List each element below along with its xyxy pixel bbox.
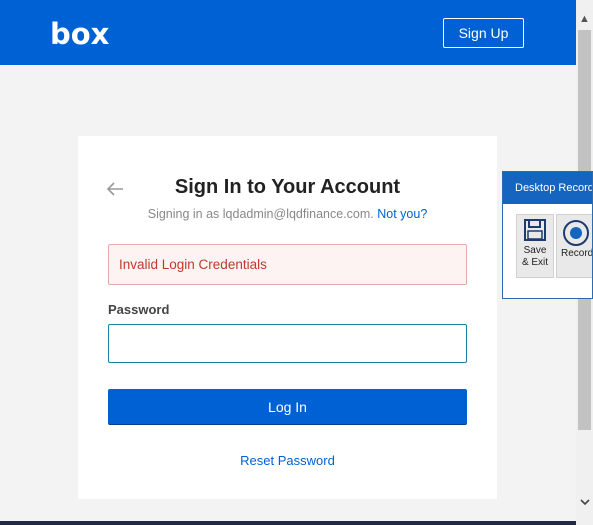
desktop-recorder-panel: Desktop Recorder Save & Exit Record: [502, 171, 593, 299]
error-message: Invalid Login Credentials: [108, 244, 467, 285]
sign-up-button[interactable]: Sign Up: [443, 18, 524, 48]
scroll-up-arrow-icon[interactable]: ▲: [576, 10, 593, 27]
record-label: Record: [561, 248, 593, 259]
box-logo[interactable]: box: [50, 17, 109, 51]
password-label: Password: [108, 302, 170, 317]
record-button[interactable]: Record: [556, 214, 593, 278]
signing-in-email: Signing in as lqdadmin@lqdfinance.com.: [147, 207, 374, 221]
window-bottom-edge: [0, 521, 576, 525]
signing-in-as-text: Signing in as lqdadmin@lqdfinance.com. N…: [78, 207, 497, 221]
password-field[interactable]: [108, 324, 467, 363]
recorder-title: Desktop Recorder: [503, 172, 592, 204]
save-label-line1: Save: [523, 245, 547, 256]
save-label-line2: & Exit: [521, 257, 549, 268]
log-in-button[interactable]: Log In: [108, 389, 467, 424]
floppy-disk-icon: [524, 219, 546, 241]
reset-password-link[interactable]: Reset Password: [78, 453, 497, 468]
page-title: Sign In to Your Account: [174, 176, 401, 198]
not-you-link[interactable]: Not you?: [377, 207, 427, 221]
record-icon: [563, 220, 589, 246]
save-and-exit-button[interactable]: Save & Exit: [516, 214, 554, 278]
scroll-down-arrow-icon[interactable]: [576, 494, 593, 511]
